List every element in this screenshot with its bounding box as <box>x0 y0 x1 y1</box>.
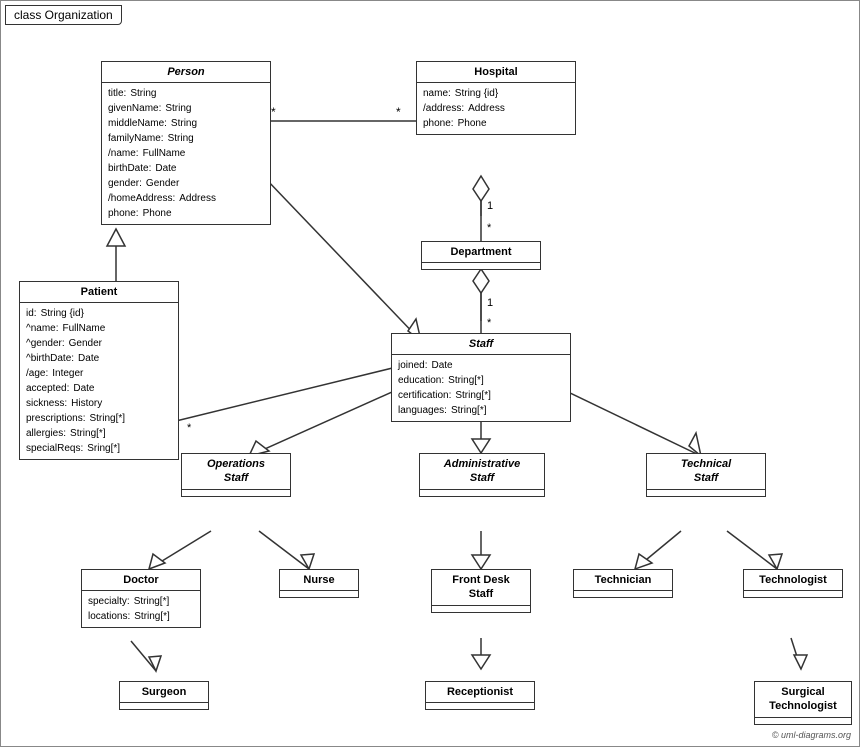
class-person-title: Person <box>102 62 270 83</box>
class-doctor-title: Doctor <box>82 570 200 591</box>
class-front-desk-staff: Front DeskStaff <box>431 569 531 613</box>
class-nurse-title: Nurse <box>280 570 358 591</box>
class-front-desk-staff-title: Front DeskStaff <box>432 570 530 606</box>
class-hospital-attrs: name:String {id} /address:Address phone:… <box>417 83 575 134</box>
svg-text:*: * <box>487 222 492 234</box>
class-doctor: Doctor specialty:String[*] locations:Str… <box>81 569 201 628</box>
class-surgeon: Surgeon <box>119 681 209 710</box>
class-technologist: Technologist <box>743 569 843 598</box>
class-surgical-technologist: SurgicalTechnologist <box>754 681 852 725</box>
class-department-title: Department <box>422 242 540 263</box>
class-hospital: Hospital name:String {id} /address:Addre… <box>416 61 576 135</box>
class-technician: Technician <box>573 569 673 598</box>
class-technical-staff-title: TechnicalStaff <box>647 454 765 490</box>
class-staff-attrs: joined:Date education:String[*] certific… <box>392 355 570 421</box>
svg-text:1: 1 <box>487 200 493 212</box>
class-nurse: Nurse <box>279 569 359 598</box>
svg-text:*: * <box>396 105 401 119</box>
class-surgical-technologist-title: SurgicalTechnologist <box>755 682 851 718</box>
class-patient-title: Patient <box>20 282 178 303</box>
class-receptionist: Receptionist <box>425 681 535 710</box>
class-receptionist-title: Receptionist <box>426 682 534 703</box>
diagram-container: class Organization * * 1 * 1 * <box>0 0 860 747</box>
diagram-title: class Organization <box>5 5 122 25</box>
class-department: Department <box>421 241 541 270</box>
class-administrative-staff: AdministrativeStaff <box>419 453 545 497</box>
class-patient-attrs: id:String {id} ^name:FullName ^gender:Ge… <box>20 303 178 459</box>
copyright: © uml-diagrams.org <box>772 730 851 740</box>
class-administrative-staff-title: AdministrativeStaff <box>420 454 544 490</box>
class-operations-staff: OperationsStaff <box>181 453 291 497</box>
class-staff-title: Staff <box>392 334 570 355</box>
class-technologist-title: Technologist <box>744 570 842 591</box>
svg-text:*: * <box>271 105 276 119</box>
svg-text:*: * <box>187 422 192 434</box>
class-technician-title: Technician <box>574 570 672 591</box>
class-person: Person title:String givenName:String mid… <box>101 61 271 225</box>
class-staff: Staff joined:Date education:String[*] ce… <box>391 333 571 422</box>
class-doctor-attrs: specialty:String[*] locations:String[*] <box>82 591 200 627</box>
class-hospital-title: Hospital <box>417 62 575 83</box>
class-surgeon-title: Surgeon <box>120 682 208 703</box>
class-operations-staff-title: OperationsStaff <box>182 454 290 490</box>
class-patient: Patient id:String {id} ^name:FullName ^g… <box>19 281 179 460</box>
class-technical-staff: TechnicalStaff <box>646 453 766 497</box>
svg-text:1: 1 <box>487 297 493 309</box>
class-person-attrs: title:String givenName:String middleName… <box>102 83 270 224</box>
class-department-attrs <box>422 263 540 269</box>
svg-text:*: * <box>487 317 492 329</box>
